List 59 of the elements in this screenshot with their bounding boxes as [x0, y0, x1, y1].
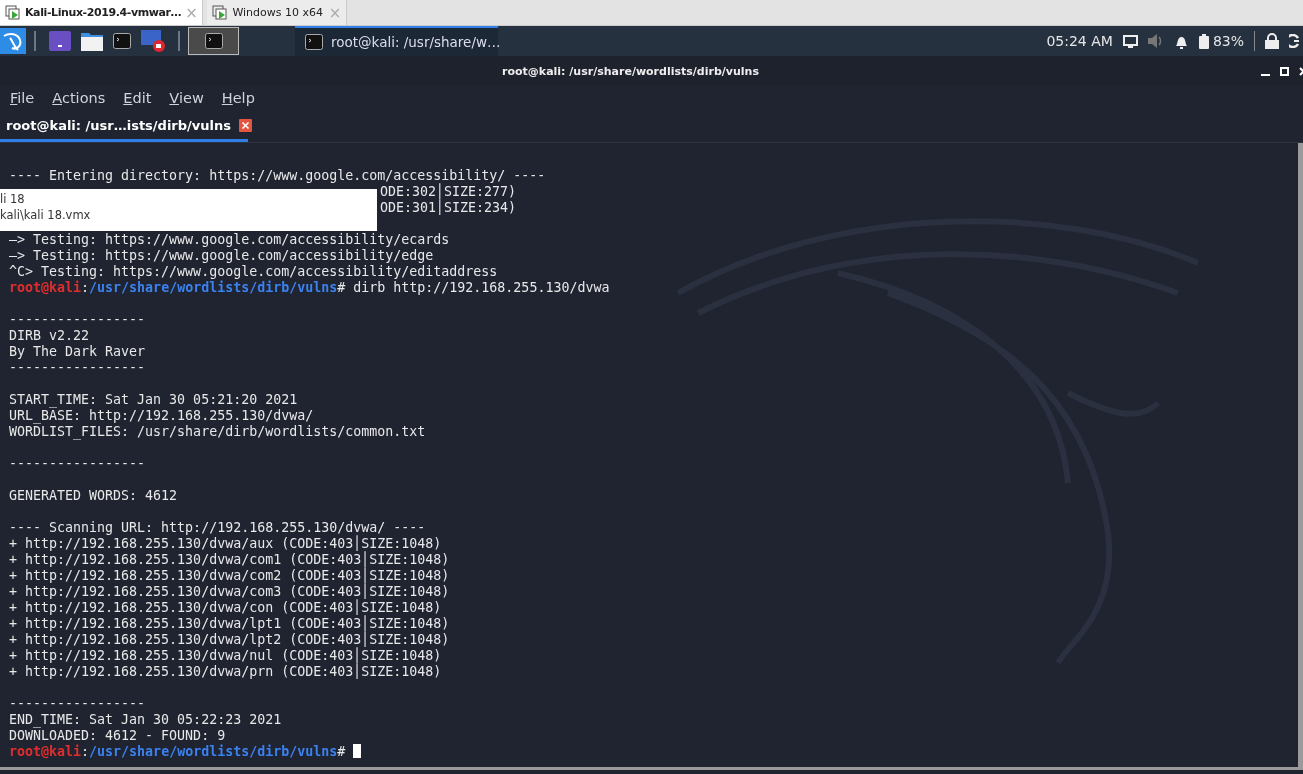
terminal-icon	[305, 34, 323, 50]
menu-item[interactable]: Edit	[117, 90, 158, 106]
terminal-tab[interactable]: root@kali: /usr…ists/dirb/vulns	[0, 112, 248, 142]
terminal-line: START_TIME: Sat Jan 30 05:21:20 2021	[9, 392, 298, 408]
terminal-line: + http://192.168.255.130/dvwa/com2 (CODE:403│SIZE:1048)	[9, 568, 450, 583]
battery-icon[interactable]	[1198, 33, 1209, 49]
menu-item[interactable]: Actions	[46, 90, 112, 106]
terminal-line: —> Testing: https://www.google.com/accessibility/ecards	[9, 232, 450, 248]
terminal-line: + http://192.168.255.130/dvwa/aux (CODE:403│SIZE:1048)	[9, 536, 442, 551]
tooltip-text: kali\kali 18.vmx	[0, 207, 91, 223]
maximize-icon[interactable]	[1280, 66, 1289, 76]
terminal-line: WORDLIST_FILES: /usr/share/dirb/wordlists/common.txt	[9, 424, 426, 440]
display-icon[interactable]	[1122, 34, 1138, 48]
menu-item[interactable]: View	[163, 90, 210, 106]
vm-tab[interactable]: Kali-Linux-2019.4-vmwar… ×	[0, 0, 204, 25]
terminal-line: ---- Scanning URL: http://192.168.255.130/dvwa/ ----	[9, 520, 426, 536]
menu-item[interactable]: Help	[215, 90, 261, 106]
window-title: root@kali: /usr/share/wordlists/dirb/vulns	[501, 64, 760, 78]
terminal-line: -----------------	[9, 360, 146, 376]
vm-icon	[212, 4, 229, 21]
terminal-line: + http://192.168.255.130/dvwa/nul (CODE:403│SIZE:1048)	[9, 648, 442, 663]
terminal-icon	[204, 33, 223, 49]
terminal-line: By The Dark Raver	[9, 344, 146, 360]
terminal-line: ^C> Testing: https://www.google.com/accessibility/editaddress	[9, 264, 498, 280]
terminal-line: + http://192.168.255.130/dvwa/prn (CODE:403│SIZE:1048)	[9, 664, 442, 680]
tooltip-text: li 18	[0, 191, 25, 207]
terminal-line: GENERATED WORDS: 4612	[9, 488, 178, 504]
terminal-line: + http://192.168.255.130/dvwa/lpt1 (CODE:403│SIZE:1048)	[9, 616, 450, 631]
terminal-line: URL_BASE: http://192.168.255.130/dvwa/	[9, 408, 314, 424]
terminal-line: + http://192.168.255.130/dvwa/con (CODE:403│SIZE:1048)	[9, 600, 442, 615]
terminal-icon	[113, 33, 131, 49]
terminal-line: -----------------	[9, 696, 146, 712]
speaker-icon[interactable]	[1147, 34, 1164, 48]
terminal-line: END_TIME: Sat Jan 30 05:22:23 2021	[9, 712, 282, 728]
terminal-line: -----------------	[9, 312, 146, 328]
battery-percentage: 83%	[1212, 33, 1244, 49]
folder-icon[interactable]	[81, 31, 103, 51]
power-icon[interactable]	[1289, 34, 1299, 48]
vm-tab[interactable]: Windows 10 x64 ×	[207, 0, 348, 25]
workspace-button[interactable]	[188, 27, 239, 55]
taskbar-item[interactable]: root@kali: /usr/share/w…	[295, 26, 498, 56]
terminal-line: ODE:301│SIZE:234)	[380, 200, 517, 216]
menu-item[interactable]: File	[4, 90, 41, 106]
terminal-line: DOWNLOADED: 4612 - FOUND: 9	[9, 728, 226, 744]
terminal-line: + http://192.168.255.130/dvwa/com1 (CODE:403│SIZE:1048)	[9, 552, 450, 567]
screen-recorder-icon[interactable]	[141, 30, 165, 52]
terminal-line: + http://192.168.255.130/dvwa/com3 (CODE:403│SIZE:1048)	[9, 584, 450, 599]
terminal-line: -----------------	[9, 456, 146, 472]
terminal-line: —> Testing: https://www.google.com/accessibility/edge	[9, 248, 434, 264]
lock-icon[interactable]	[1265, 33, 1279, 49]
dragon-logo-icon[interactable]	[0, 28, 26, 54]
shell-prompt: root@kali:/usr/share/wordlists/dirb/vulns# dirb http://192.168.255.130/dvwa	[9, 280, 610, 296]
terminal-line: + http://192.168.255.130/dvwa/lpt2 (CODE:403│SIZE:1048)	[9, 632, 450, 647]
terminal-line: ---- Entering directory: https://www.google.com/accessibility/ ----	[9, 168, 546, 184]
terminal-line: DIRB v2.22	[9, 328, 90, 344]
shell-prompt: root@kali:/usr/share/wordlists/dirb/vulns#	[9, 744, 362, 760]
terminal-line: ODE:302│SIZE:277)	[380, 184, 517, 199]
clock[interactable]: 05:24 AM	[1046, 33, 1113, 49]
vm-icon	[5, 4, 21, 21]
